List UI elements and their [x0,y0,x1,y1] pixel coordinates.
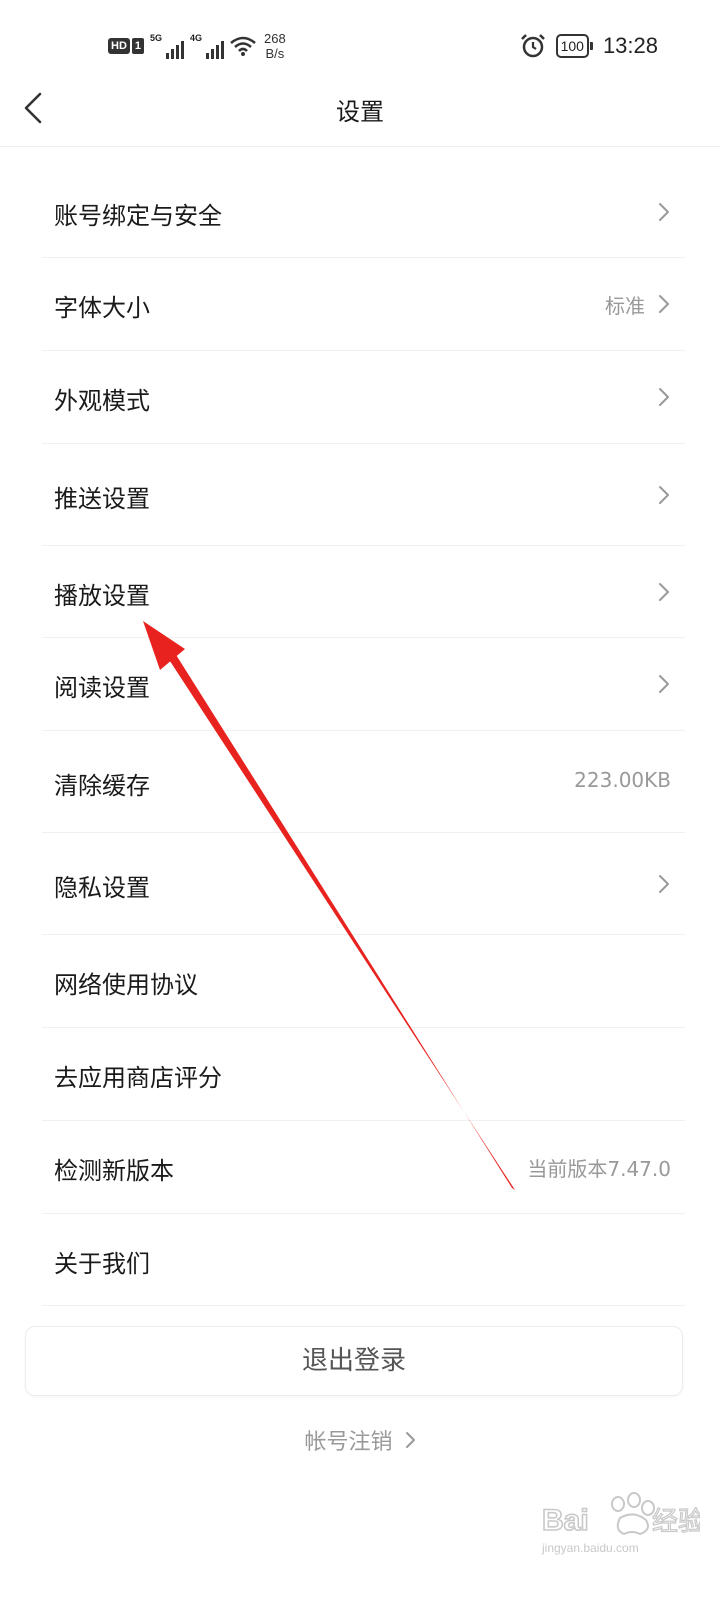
annotation-arrow [143,621,515,1190]
